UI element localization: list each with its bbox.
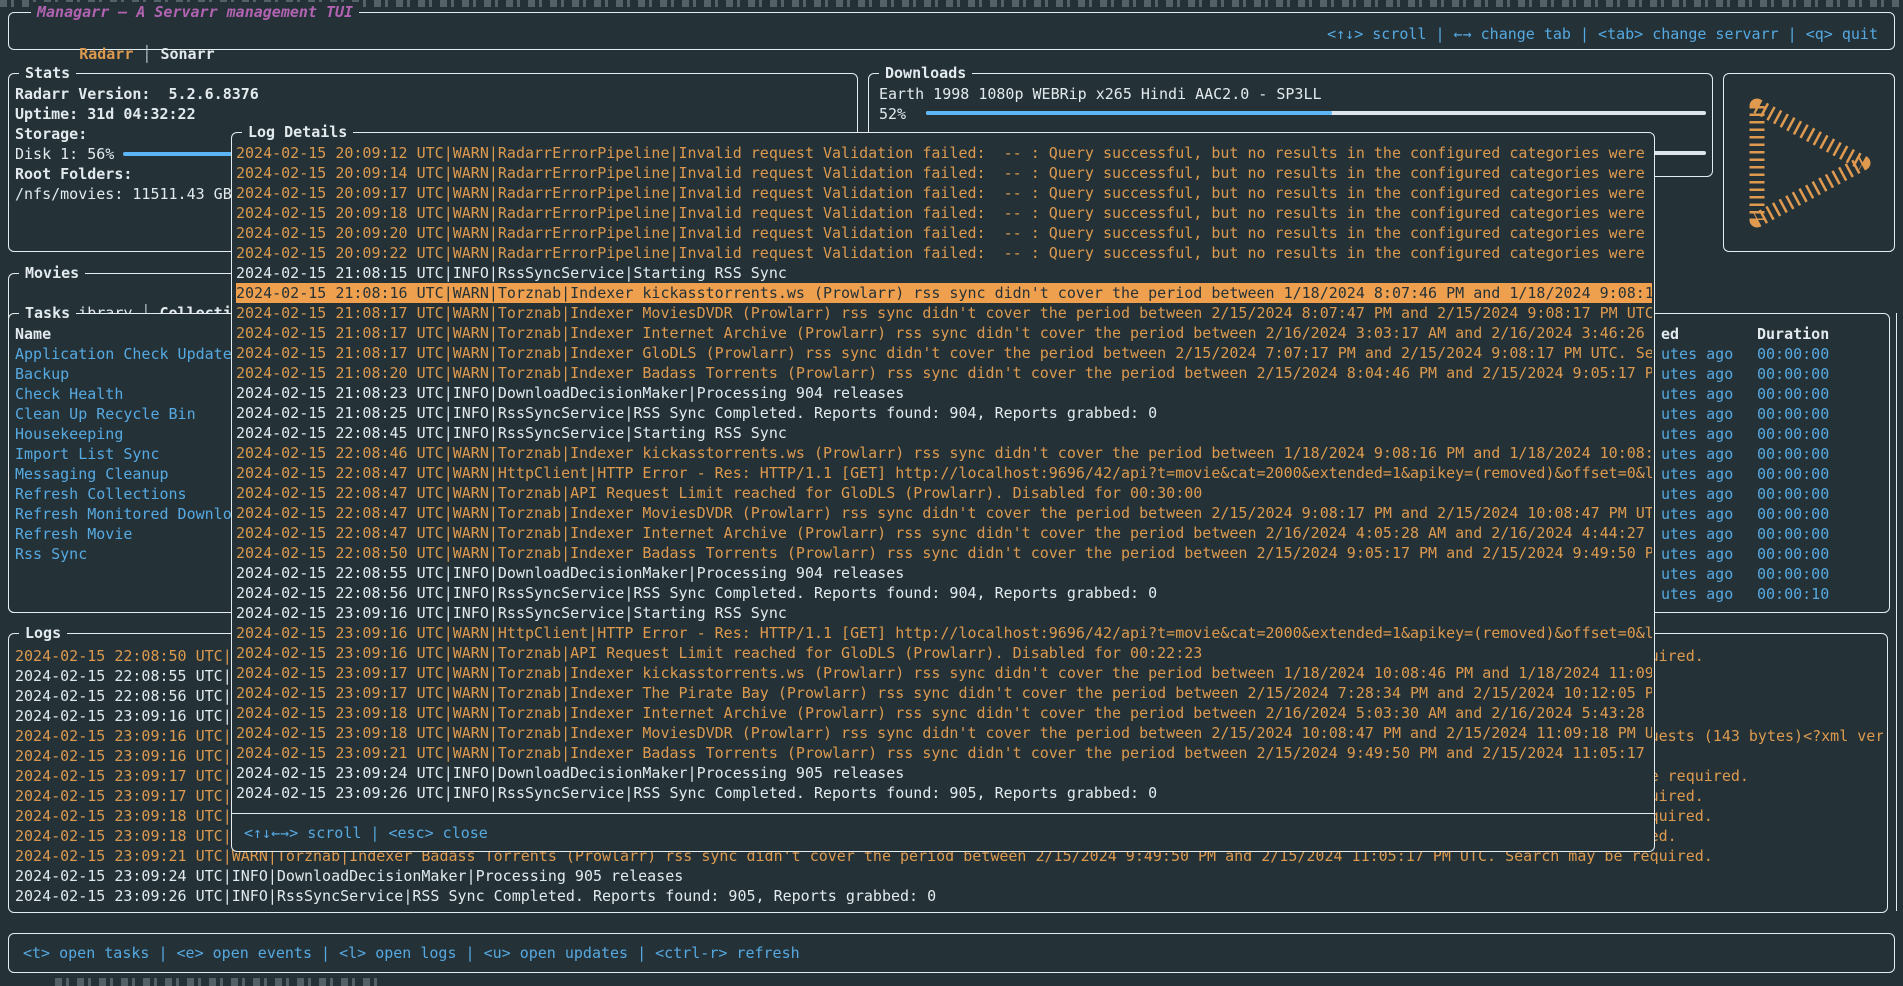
task-duration-cell: 00:00:00 [1757,424,1847,444]
log-detail-row[interactable]: 2024-02-15 20:09:22 UTC|WARN|RadarrError… [236,243,1652,263]
movies-title: Movies [19,263,85,283]
log-details-modal: Log Details 2024-02-15 20:09:12 UTC|WARN… [231,132,1655,852]
task-executed-cell: utes ago [1661,384,1751,404]
stats-line: Uptime: 31d 04:32:22 [15,104,855,124]
task-duration-cell: 00:00:00 [1757,484,1847,504]
task-executed-cell: utes ago [1661,424,1751,444]
task-duration-cell: 00:00:00 [1757,544,1847,564]
log-detail-row[interactable]: 2024-02-15 22:08:45 UTC|INFO|RssSyncServ… [236,423,1652,443]
log-detail-row[interactable]: 2024-02-15 21:08:15 UTC|INFO|RssSyncServ… [236,263,1652,283]
tab-separator: │ [133,45,160,63]
log-detail-row[interactable]: 2024-02-15 22:08:50 UTC|WARN|Torznab|Ind… [236,543,1652,563]
task-executed-cell: utes ago [1661,344,1751,364]
log-detail-row[interactable]: 2024-02-15 21:08:25 UTC|INFO|RssSyncServ… [236,403,1652,423]
task-executed-cell: utes ago [1661,564,1751,584]
log-detail-row[interactable]: 2024-02-15 23:09:26 UTC|INFO|RssSyncServ… [236,783,1652,803]
log-detail-row[interactable]: 2024-02-15 20:09:12 UTC|WARN|RadarrError… [236,143,1652,163]
task-executed-cell: utes ago [1661,584,1751,604]
log-detail-row[interactable]: 2024-02-15 22:08:47 UTC|WARN|Torznab|API… [236,483,1652,503]
downloads-title: Downloads [879,63,972,83]
task-executed-cell: utes ago [1661,364,1751,384]
download-item[interactable]: Earth 1998 1080p WEBRip x265 Hindi AAC2.… [879,84,1699,104]
managarr-play-logo-icon [1735,88,1885,238]
task-duration-cell: 00:00:00 [1757,564,1847,584]
log-detail-row[interactable]: 2024-02-15 22:08:46 UTC|WARN|Torznab|Ind… [236,443,1652,463]
bottom-bar: <t> open tasks | <e> open events | <l> o… [8,933,1895,973]
download-progress-fill [926,111,1332,115]
download-percent: 52% [879,104,906,124]
log-detail-row[interactable]: 2024-02-15 21:08:20 UTC|WARN|Torznab|Ind… [236,363,1652,383]
task-duration-cell: 00:00:10 [1757,584,1847,604]
log-detail-row[interactable]: 2024-02-15 23:09:16 UTC|WARN|Torznab|API… [236,643,1652,663]
log-detail-row[interactable]: 2024-02-15 23:09:16 UTC|WARN|HttpClient|… [236,623,1652,643]
log-row[interactable]: 2024-02-15 23:09:24 UTC|INFO|DownloadDec… [15,866,1883,886]
task-duration-cell: 00:00:00 [1757,384,1847,404]
tasks-duration-header: Duration [1757,324,1829,344]
task-duration-cell: 00:00:00 [1757,344,1847,364]
log-row[interactable]: 2024-02-15 23:09:26 UTC|INFO|RssSyncServ… [15,886,1883,906]
logs-title: Logs [19,623,67,643]
managarr-tui-screen: Managarr — A Servarr management TUI Rada… [0,0,1903,986]
log-detail-row[interactable]: 2024-02-15 23:09:18 UTC|WARN|Torznab|Ind… [236,723,1652,743]
log-detail-row[interactable]: 2024-02-15 22:08:56 UTC|INFO|RssSyncServ… [236,583,1652,603]
task-executed-cell: utes ago [1661,504,1751,524]
tab-sonarr[interactable]: Sonarr [160,45,214,63]
task-duration-cell: 00:00:00 [1757,404,1847,424]
log-detail-row[interactable]: 2024-02-15 21:08:17 UTC|WARN|Torznab|Ind… [236,323,1652,343]
log-detail-row[interactable]: 2024-02-15 22:08:47 UTC|WARN|Torznab|Ind… [236,503,1652,523]
log-detail-row[interactable]: 2024-02-15 23:09:17 UTC|WARN|Torznab|Ind… [236,663,1652,683]
task-executed-cell: utes ago [1661,464,1751,484]
task-executed-cell: utes ago [1661,544,1751,564]
task-executed-cell: utes ago [1661,404,1751,424]
log-details-title: Log Details [242,122,353,142]
log-details-footer-keybinds: <↑↓←→> scroll | <esc> close [244,823,488,843]
header-keybinds: <↑↓> scroll | ←→ change tab | <tab> chan… [1327,24,1878,44]
logo-panel [1723,73,1895,252]
tasks-name-header: Name [15,324,51,344]
log-detail-row[interactable]: 2024-02-15 23:09:17 UTC|WARN|Torznab|Ind… [236,683,1652,703]
log-detail-row[interactable]: 2024-02-15 20:09:18 UTC|WARN|RadarrError… [236,203,1652,223]
log-detail-row[interactable]: 2024-02-15 23:09:18 UTC|WARN|Torznab|Ind… [236,703,1652,723]
log-detail-row[interactable]: 2024-02-15 23:09:21 UTC|WARN|Torznab|Ind… [236,743,1652,763]
log-detail-row[interactable]: 2024-02-15 22:08:47 UTC|WARN|Torznab|Ind… [236,523,1652,543]
log-detail-row[interactable]: 2024-02-15 21:08:17 UTC|WARN|Torznab|Ind… [236,303,1652,323]
task-duration-cell: 00:00:00 [1757,524,1847,544]
task-duration-cell: 00:00:00 [1757,364,1847,384]
task-duration-cell: 00:00:00 [1757,504,1847,524]
task-executed-cell: utes ago [1661,524,1751,544]
popup-right-border [1896,313,1897,911]
log-detail-row[interactable]: 2024-02-15 23:09:24 UTC|INFO|DownloadDec… [236,763,1652,783]
log-detail-row[interactable]: 2024-02-15 21:08:17 UTC|WARN|Torznab|Ind… [236,343,1652,363]
log-details-separator [232,813,1654,814]
terminal-artifact-bottom [55,978,385,986]
task-executed-cell: utes ago [1661,484,1751,504]
tab-radarr[interactable]: Radarr [79,45,133,63]
stats-line: Radarr Version: 5.2.6.8376 [15,84,855,104]
app-title: Managarr — A Servarr management TUI [31,2,359,22]
task-executed-cell: utes ago [1661,444,1751,464]
task-duration-cell: 00:00:00 [1757,464,1847,484]
log-detail-row[interactable]: 2024-02-15 21:08:23 UTC|INFO|DownloadDec… [236,383,1652,403]
log-detail-row[interactable]: 2024-02-15 20:09:17 UTC|WARN|RadarrError… [236,183,1652,203]
log-detail-row[interactable]: 2024-02-15 20:09:14 UTC|WARN|RadarrError… [236,163,1652,183]
log-detail-row[interactable]: 2024-02-15 22:08:47 UTC|WARN|HttpClient|… [236,463,1652,483]
stats-title: Stats [19,63,76,83]
bottom-keybinds: <t> open tasks | <e> open events | <l> o… [23,943,800,963]
tasks-title: Tasks [19,303,76,323]
log-detail-row-selected[interactable]: 2024-02-15 21:08:16 UTC|WARN|Torznab|Ind… [236,283,1652,303]
log-detail-row[interactable]: 2024-02-15 23:09:16 UTC|INFO|RssSyncServ… [236,603,1652,623]
task-duration-cell: 00:00:00 [1757,444,1847,464]
header-panel: Managarr — A Servarr management TUI Rada… [8,12,1895,50]
tasks-executed-header-fragment: ed [1661,324,1679,344]
log-detail-row[interactable]: 2024-02-15 20:09:20 UTC|WARN|RadarrError… [236,223,1652,243]
log-detail-row[interactable]: 2024-02-15 22:08:55 UTC|INFO|DownloadDec… [236,563,1652,583]
